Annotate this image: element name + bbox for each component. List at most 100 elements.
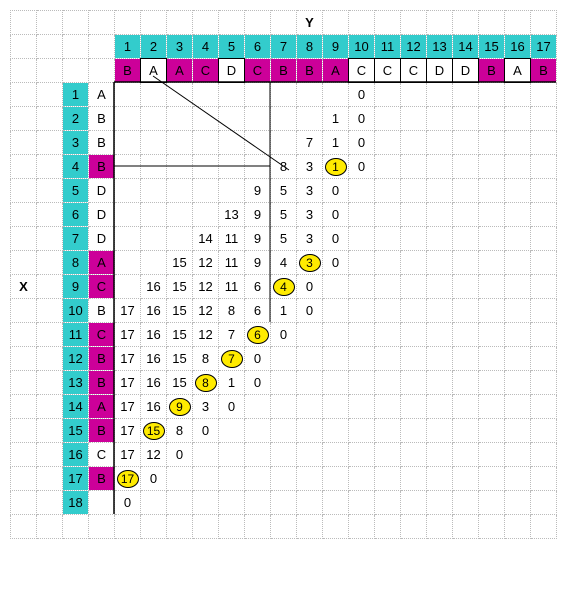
dp-cell: 3 [297,227,323,251]
dp-cell-traceback: 8 [193,371,219,395]
dp-cell: 1 [271,299,297,323]
y-col-letter: B [115,59,141,83]
x-row-letter: A [89,83,115,107]
x-row-letter: B [89,419,115,443]
dp-cell: 9 [245,251,271,275]
y-col-letter: B [531,59,557,83]
dp-cell: 15 [167,323,193,347]
y-col-letter: A [323,59,349,83]
dp-cell: 12 [193,275,219,299]
y-col-num: 16 [505,35,531,59]
y-col-letter: C [375,59,401,83]
y-col-letter: B [271,59,297,83]
dp-cell: 5 [271,227,297,251]
dp-cell-traceback: 4 [271,275,297,299]
dp-cell: 6 [245,299,271,323]
y-col-letter: C [193,59,219,83]
x-row-num: 17 [63,467,89,491]
x-row-num: 4 [63,155,89,179]
dp-cell: 4 [271,251,297,275]
dp-cell: 12 [193,251,219,275]
y-col-num: 4 [193,35,219,59]
y-col-num: 10 [349,35,375,59]
x-row-num: 12 [63,347,89,371]
dp-cell: 17 [115,443,141,467]
dp-cell: 11 [219,251,245,275]
dp-cell: 0 [349,83,375,107]
dp-cell: 0 [115,491,141,515]
dp-cell: 13 [219,203,245,227]
y-col-num: 1 [115,35,141,59]
dp-cell: 5 [271,203,297,227]
x-row-letter: D [89,203,115,227]
dp-cell-traceback: 1 [323,155,349,179]
y-col-letter: A [141,59,167,83]
y-col-letter: B [297,59,323,83]
x-row-num: 13 [63,371,89,395]
dp-cell: 9 [245,179,271,203]
dp-cell: 17 [115,419,141,443]
dp-cell: 9 [245,203,271,227]
dp-cell: 3 [297,155,323,179]
dp-cell: 7 [297,131,323,155]
dp-cell: 8 [167,419,193,443]
x-row-num: 11 [63,323,89,347]
dp-cell-traceback: 3 [297,251,323,275]
dp-cell: 16 [141,347,167,371]
x-row-num: 5 [63,179,89,203]
dp-cell: 0 [271,323,297,347]
y-col-letter: A [167,59,193,83]
dp-cell-traceback: 15 [141,419,167,443]
x-row-letter: B [89,131,115,155]
y-col-num: 8 [297,35,323,59]
dp-cell: 0 [349,131,375,155]
dp-cell: 1 [323,107,349,131]
dp-cell: 16 [141,395,167,419]
x-row-num: 1 [63,83,89,107]
dp-cell: 7 [219,323,245,347]
axis-label-x: X [11,275,37,299]
dp-cell: 1 [323,131,349,155]
dp-cell: 17 [115,323,141,347]
axis-label-y: Y [297,11,323,35]
dp-cell: 8 [193,347,219,371]
y-col-num: 9 [323,35,349,59]
dp-cell: 12 [141,443,167,467]
dp-cell: 0 [297,275,323,299]
dp-cell: 0 [141,467,167,491]
dp-cell: 5 [271,179,297,203]
dp-cell: 0 [323,203,349,227]
y-col-letter: C [349,59,375,83]
dp-cell: 0 [349,155,375,179]
y-col-num: 17 [531,35,557,59]
y-col-num: 14 [453,35,479,59]
x-row-num: 10 [63,299,89,323]
dp-cell: 15 [167,275,193,299]
dp-cell: 16 [141,371,167,395]
y-col-num: 13 [427,35,453,59]
x-row-num: 16 [63,443,89,467]
dp-cell: 0 [245,347,271,371]
x-row-letter: B [89,107,115,131]
x-row-letter: C [89,323,115,347]
dp-cell: 17 [115,371,141,395]
x-row-letter: A [89,395,115,419]
y-col-letter: A [505,59,531,83]
x-row-num: 18 [63,491,89,515]
dp-cell: 0 [219,395,245,419]
x-row-num: 6 [63,203,89,227]
dp-cell: 8 [271,155,297,179]
x-row-num: 2 [63,107,89,131]
y-col-letter: C [401,59,427,83]
y-col-letter: B [479,59,505,83]
x-row-num: 7 [63,227,89,251]
dp-cell: 0 [245,371,271,395]
x-row-letter: C [89,275,115,299]
dp-cell: 11 [219,227,245,251]
dp-cell: 12 [193,323,219,347]
dp-cell: 8 [219,299,245,323]
dp-cell: 0 [193,419,219,443]
dp-cell: 11 [219,275,245,299]
alignment-grid: Y1234567891011121314151617BAACDCBBACCCDD… [10,10,557,539]
x-row-num: 3 [63,131,89,155]
